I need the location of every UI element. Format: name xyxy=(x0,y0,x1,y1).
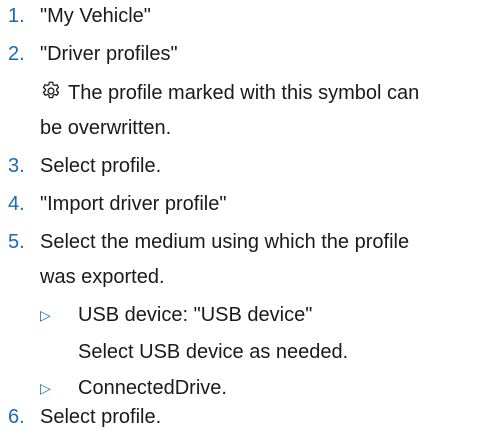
step-text-line2: was exported. xyxy=(40,266,165,288)
step-text: Select profile. xyxy=(40,155,162,177)
triangle-bullet-icon: ▷ xyxy=(40,307,51,323)
instruction-document: 1. "My Vehicle" 2. "Driver profiles" The… xyxy=(0,0,493,428)
step-number: 5. xyxy=(8,231,25,253)
step-text: Select profile. xyxy=(40,406,162,428)
step-text: "My Vehicle" xyxy=(40,5,151,27)
step-number: 4. xyxy=(8,193,25,215)
step-text: "Import driver profile" xyxy=(40,193,227,215)
profile-note: The profile marked with this symbol can xyxy=(40,79,485,107)
triangle-bullet-icon: ▷ xyxy=(40,380,51,396)
bullet-text: ConnectedDrive. xyxy=(78,377,227,399)
step-text: "Driver profiles" xyxy=(40,43,178,65)
gear-icon xyxy=(40,80,62,102)
step-text-line1: Select the medium using which the profil… xyxy=(40,231,410,253)
note-text-line2: be overwritten. xyxy=(40,117,172,139)
profile-note-continued: be overwritten. xyxy=(40,114,485,142)
note-text-line1: The profile marked with this symbol can xyxy=(68,82,420,104)
bullet-subtext: Select USB device as needed. xyxy=(78,341,349,363)
step-number: 2. xyxy=(8,43,25,65)
bullet-text: USB device: "USB device" xyxy=(78,304,313,326)
step-number: 3. xyxy=(8,155,25,177)
step-number: 1. xyxy=(8,5,25,27)
step-number: 6. xyxy=(8,406,25,428)
